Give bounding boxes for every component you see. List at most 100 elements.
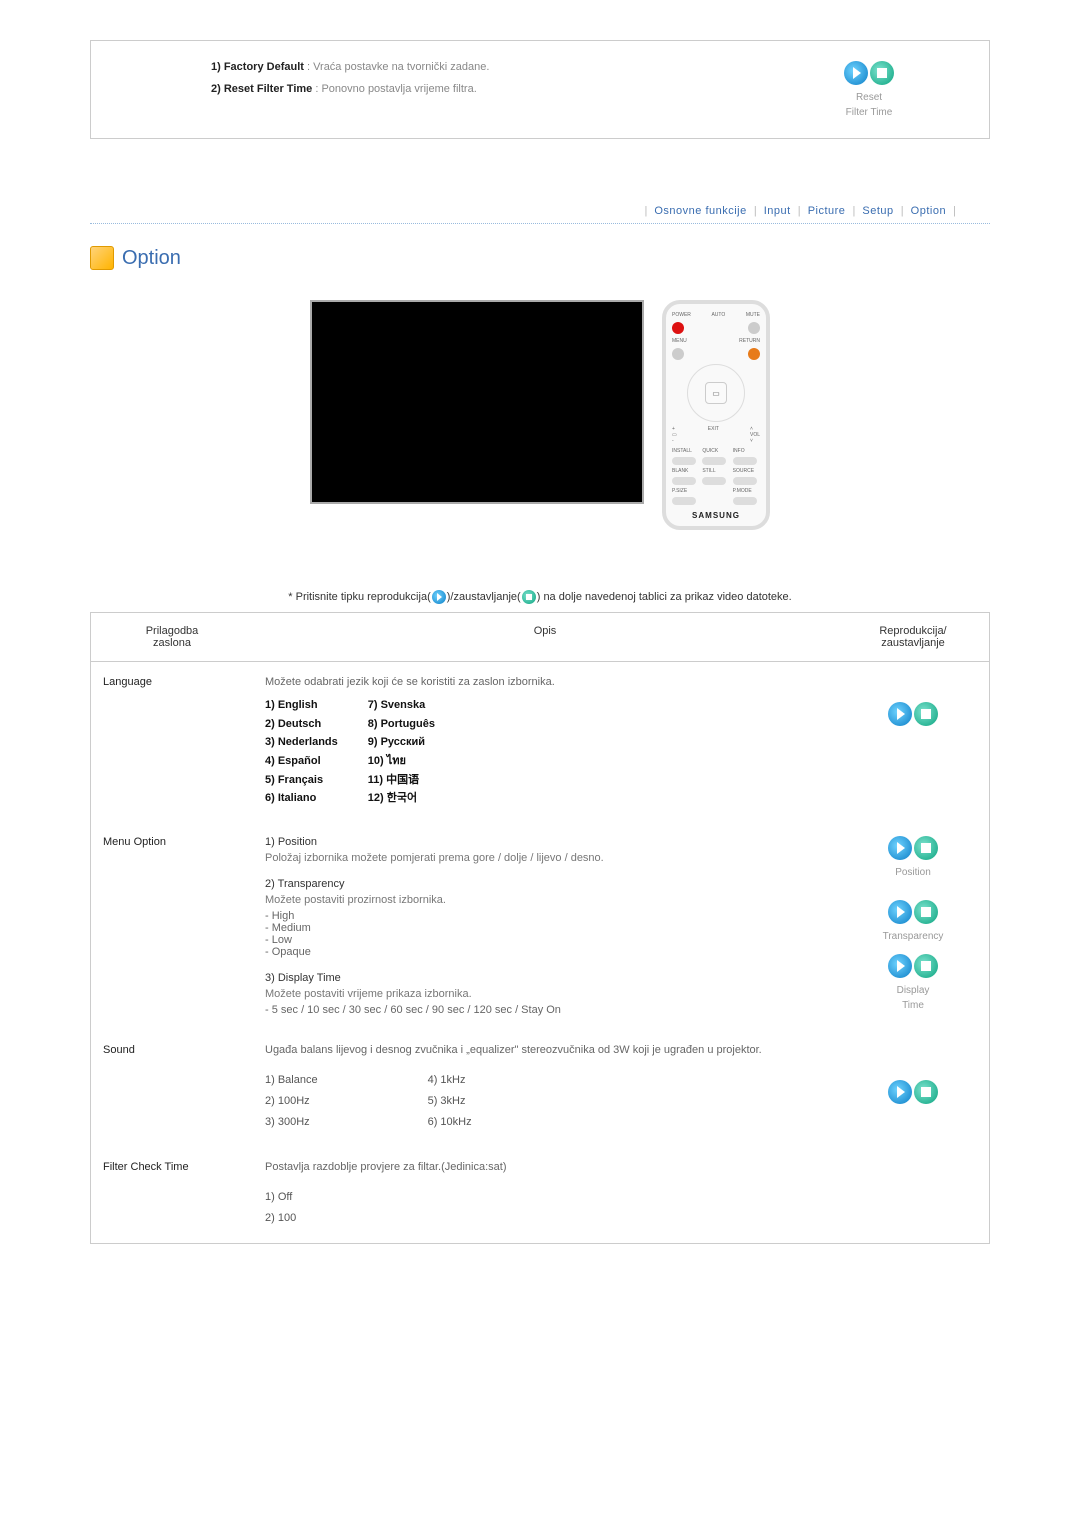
remote-install-label: INSTALL (672, 448, 699, 454)
remote-source-label: SOURCE (733, 468, 760, 474)
remote-still-label: STILL (702, 468, 729, 474)
note-pre: * Pritisnite tipku reprodukcija( (288, 591, 430, 603)
stop-icon (522, 590, 536, 604)
remote-mute-label: MUTE (746, 312, 760, 318)
sound-opt: 2) 100Hz (265, 1091, 318, 1112)
hdr-col1b: zaslona (97, 637, 247, 649)
side-caption-filter-time: Filter Time (779, 107, 959, 118)
nav-input[interactable]: Input (764, 205, 791, 217)
stop-icon[interactable] (914, 836, 938, 860)
factory-default-desc: : Vraća postavke na tvornički zadane. (307, 61, 489, 73)
lang-opt: 9) Русский (368, 733, 435, 752)
remote-info-label: INFO (733, 448, 760, 454)
stop-icon[interactable] (914, 900, 938, 924)
displaytime-desc: Možete postaviti vrijeme prikaza izborni… (265, 988, 831, 1000)
lang-opt: 4) Español (265, 752, 338, 771)
reset-filter-time-label: 2) Reset Filter Time (211, 83, 312, 95)
lang-opt: 12) 한국어 (368, 789, 435, 808)
row-sound-desc: Ugađa balans lijevog i desnog zvučnika i… (265, 1044, 831, 1056)
trans-opt: - Low (265, 934, 831, 946)
trans-opt: - High (265, 910, 831, 922)
sound-opt: 6) 10kHz (428, 1112, 472, 1133)
remote-quick-label: QUICK (702, 448, 729, 454)
playback-note: * Pritisnite tipku reprodukcija( )/zausta… (90, 590, 990, 604)
note-mid: )/zaustavljanje( (447, 591, 521, 603)
remote-mute-icon (748, 322, 760, 334)
nav-osnovne[interactable]: Osnovne funkcije (654, 205, 746, 217)
hdr-col3b: zaustavljanje (843, 637, 983, 649)
lang-opt: 10) ไทย (368, 752, 435, 771)
lang-opt: 6) Italiano (265, 789, 338, 808)
play-icon[interactable] (888, 954, 912, 978)
remote-power-label: POWER (672, 312, 691, 318)
remote-menu-icon (672, 348, 684, 360)
table-row: Language Možete odabrati jezik koji će s… (91, 662, 989, 822)
stop-icon[interactable] (914, 1080, 938, 1104)
remote-auto-label: AUTO (711, 312, 725, 318)
transparency-desc: Možete postaviti prozirnost izbornika. (265, 894, 831, 906)
stop-icon[interactable] (914, 702, 938, 726)
projector-screen-preview (310, 300, 644, 504)
cap-transparency: Transparency (843, 931, 983, 942)
row-filter-desc: Postavlja razdoblje provjere za filtar.(… (265, 1161, 831, 1173)
play-icon[interactable] (888, 1080, 912, 1104)
reset-filter-time-desc: : Ponovno postavlja vrijeme filtra. (315, 83, 476, 95)
note-post: ) na dolje navedenoj tablici za prikaz v… (537, 591, 792, 603)
nav-option[interactable]: Option (911, 205, 946, 217)
play-icon[interactable] (888, 836, 912, 860)
remote-return-icon (748, 348, 760, 360)
reset-panel: 1) Factory Default : Vraća postavke na t… (90, 40, 990, 139)
section-title-label: Option (122, 247, 181, 270)
sound-opt: 5) 3kHz (428, 1091, 472, 1112)
cube-icon (90, 246, 114, 270)
remote-return-label: RETURN (739, 338, 760, 344)
displaytime-title: 3) Display Time (265, 972, 831, 984)
nav-picture[interactable]: Picture (808, 205, 846, 217)
position-title: 1) Position (265, 836, 831, 848)
stop-icon[interactable] (914, 954, 938, 978)
lang-opt: 8) Português (368, 715, 435, 734)
transparency-title: 2) Transparency (265, 878, 831, 890)
cap-position: Position (843, 867, 983, 878)
remote-pmode-label: P.MODE (733, 488, 760, 494)
remote-psize-label: P.SIZE (672, 488, 699, 494)
lang-opt: 1) English (265, 696, 338, 715)
lang-opt: 2) Deutsch (265, 715, 338, 734)
cap-display: Display (843, 985, 983, 996)
filter-opt: 1) Off (265, 1187, 831, 1208)
table-header: Prilagodba zaslona Opis Reprodukcija/ za… (90, 612, 990, 662)
remote-menu-label: MENU (672, 338, 687, 344)
lang-opt: 11) 中国语 (368, 771, 435, 790)
section-nav: | Osnovne funkcije | Input | Picture | S… (90, 199, 990, 224)
remote-brand: SAMSUNG (692, 511, 740, 520)
play-icon[interactable] (888, 702, 912, 726)
position-desc: Položaj izbornika možete pomjerati prema… (265, 852, 831, 864)
play-icon (432, 590, 446, 604)
row-menuoption-label: Menu Option (91, 822, 259, 1030)
nav-setup[interactable]: Setup (862, 205, 893, 217)
remote-dpad: ▭ (687, 364, 745, 422)
row-language-label: Language (91, 662, 259, 822)
side-caption-reset: Reset (779, 92, 959, 103)
section-heading: Option (90, 246, 990, 270)
play-icon[interactable] (844, 61, 868, 85)
sound-opt: 4) 1kHz (428, 1070, 472, 1091)
sound-opt: 3) 300Hz (265, 1112, 318, 1133)
factory-default-label: 1) Factory Default (211, 61, 304, 73)
table-row: Sound Ugađa balans lijevog i desnog zvuč… (91, 1030, 989, 1147)
row-sound-label: Sound (91, 1030, 259, 1147)
displaytime-opts: - 5 sec / 10 sec / 30 sec / 60 sec / 90 … (265, 1004, 831, 1016)
table-row: Menu Option 1) Position Položaj izbornik… (91, 822, 989, 1030)
remote-control-image: POWER AUTO MUTE MENU RETURN ▭ +▭- (662, 300, 770, 530)
remote-vol-label: VOL (750, 432, 760, 438)
hdr-col2: Opis (253, 613, 837, 661)
sound-opt: 1) Balance (265, 1070, 318, 1091)
remote-power-icon (672, 322, 684, 334)
hdr-col3a: Reprodukcija/ (843, 625, 983, 637)
stop-icon[interactable] (870, 61, 894, 85)
play-icon[interactable] (888, 900, 912, 924)
filter-opt: 2) 100 (265, 1208, 831, 1229)
lang-opt: 5) Français (265, 771, 338, 790)
table-row: Filter Check Time Postavlja razdoblje pr… (91, 1147, 989, 1243)
row-language-desc: Možete odabrati jezik koji će se koristi… (265, 676, 831, 688)
